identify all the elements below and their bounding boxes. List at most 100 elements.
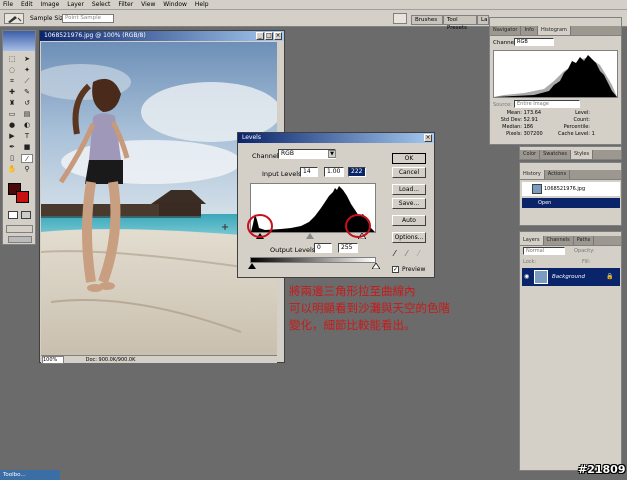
tab-tool-presets[interactable]: Tool Presets <box>443 15 477 31</box>
tab-info[interactable]: Info <box>521 26 538 35</box>
pen-tool-icon[interactable]: ✒ <box>6 143 18 152</box>
close-icon[interactable]: × <box>424 134 432 142</box>
lasso-tool-icon[interactable]: ◌ <box>6 66 18 75</box>
tab-paths[interactable]: Paths <box>574 236 595 245</box>
gray-eyedropper-icon[interactable]: ⁄ <box>406 250 407 258</box>
histogram-source-select[interactable]: Entire Image <box>514 100 580 108</box>
close-icon[interactable]: × <box>274 32 282 40</box>
tab-histogram[interactable]: Histogram <box>537 26 571 35</box>
output-black-field[interactable]: 0 <box>314 243 332 253</box>
eyedropper-icon[interactable] <box>4 13 24 24</box>
chevron-down-icon[interactable]: ▼ <box>328 150 336 158</box>
save-button[interactable]: Save... <box>392 198 426 209</box>
output-white-field[interactable]: 255 <box>338 243 358 253</box>
tab-actions[interactable]: Actions <box>545 170 571 179</box>
eyedropper-tool-icon[interactable]: ⁄ <box>21 154 33 163</box>
histogram-channel-select[interactable]: RGB <box>514 38 554 46</box>
menu-filter[interactable]: Filter <box>115 0 136 10</box>
path-selection-tool-icon[interactable]: ▶ <box>6 132 18 141</box>
minimize-icon[interactable]: _ <box>256 32 264 40</box>
jump-to-imageready-icon[interactable] <box>8 236 32 243</box>
screen-mode-icon[interactable] <box>6 225 33 233</box>
preview-checkbox[interactable]: ✓ <box>392 266 399 273</box>
input-gamma-field[interactable]: 1.00 <box>324 167 344 177</box>
eye-icon[interactable]: ◉ <box>524 268 529 286</box>
brush-tool-icon[interactable]: ✎ <box>21 88 33 97</box>
tab-color[interactable]: Color <box>520 150 541 159</box>
tab-history[interactable]: History <box>520 170 545 179</box>
stat-std-dev: Std Dev: 52.91 <box>500 117 538 123</box>
lock-label: Lock: <box>523 259 537 265</box>
menu-help[interactable]: Help <box>192 0 212 10</box>
left-triangle-highlight <box>247 214 273 238</box>
slice-tool-icon[interactable]: ⟋ <box>21 77 33 86</box>
layer-name: Background <box>552 274 585 280</box>
load-button[interactable]: Load... <box>392 184 426 195</box>
stat-percentile: Percentile: <box>563 124 590 130</box>
type-tool-icon[interactable]: T <box>21 132 33 141</box>
tab-brushes[interactable]: Brushes <box>411 15 443 25</box>
marquee-tool-icon[interactable]: ⬚ <box>6 55 18 64</box>
move-tool-icon[interactable]: ➤ <box>21 55 33 64</box>
zoom-tool-icon[interactable]: ⚲ <box>21 165 33 174</box>
ok-button[interactable]: OK <box>392 153 426 164</box>
white-eyedropper-icon[interactable]: ⁄ <box>418 250 419 258</box>
levels-dialog: Levels × Channel: RGB ▼ Input Levels: 14… <box>237 132 435 278</box>
tab-layer-comps[interactable]: La <box>477 15 489 25</box>
history-snapshot[interactable]: 1068521976.jpg <box>522 182 620 196</box>
taskbar-toolbox[interactable]: Toolbo... <box>0 470 60 480</box>
tab-styles[interactable]: Styles <box>570 150 594 159</box>
layer-row-background[interactable]: ◉ Background 🔒 <box>522 268 620 286</box>
tab-channels[interactable]: Channels <box>544 236 574 245</box>
eraser-tool-icon[interactable]: ▭ <box>6 110 18 119</box>
stat-count: Count: <box>573 117 590 123</box>
zoom-field[interactable]: 100% <box>42 356 64 364</box>
magic-wand-tool-icon[interactable]: ✦ <box>21 66 33 75</box>
output-white-slider[interactable] <box>372 263 380 269</box>
doc-size[interactable]: Doc: 900.0K/900.0K <box>86 357 136 363</box>
blend-mode-select[interactable]: Normal <box>523 247 565 255</box>
options-button[interactable]: Options... <box>392 232 426 243</box>
notes-tool-icon[interactable]: ▯ <box>6 154 18 163</box>
input-white-field[interactable]: 222 <box>348 167 366 177</box>
history-snapshot-label: 1068521976.jpg <box>544 186 586 192</box>
standard-mode-icon[interactable] <box>8 211 18 219</box>
history-brush-tool-icon[interactable]: ↺ <box>21 99 33 108</box>
tab-layers[interactable]: Layers <box>520 236 544 245</box>
history-state-open[interactable]: Open <box>522 198 620 208</box>
blur-tool-icon[interactable]: ● <box>6 121 18 130</box>
gradient-tool-icon[interactable]: ▤ <box>21 110 33 119</box>
menu-image[interactable]: Image <box>38 0 63 10</box>
input-black-field[interactable]: 14 <box>300 167 318 177</box>
cancel-button[interactable]: Cancel <box>392 167 426 178</box>
shape-tool-icon[interactable]: ■ <box>21 143 33 152</box>
dodge-tool-icon[interactable]: ◐ <box>21 121 33 130</box>
menu-select[interactable]: Select <box>89 0 114 10</box>
output-gradient <box>250 257 376 263</box>
output-black-slider[interactable] <box>248 263 256 269</box>
quick-mask-icon[interactable] <box>21 211 31 219</box>
maximize-icon[interactable]: □ <box>265 32 273 40</box>
color-panel-tabs: Color Swatches Styles <box>520 150 621 160</box>
healing-tool-icon[interactable]: ✚ <box>6 88 18 97</box>
input-gamma-slider[interactable] <box>306 233 314 239</box>
background-color-swatch[interactable] <box>16 191 29 203</box>
menu-edit[interactable]: Edit <box>18 0 36 10</box>
auto-button[interactable]: Auto <box>392 215 426 226</box>
sample-size-select[interactable]: Point Sample <box>62 14 114 23</box>
right-triangle-highlight <box>345 214 371 238</box>
menu-file[interactable]: File <box>0 0 16 10</box>
brush-icon[interactable] <box>393 13 407 24</box>
history-state-label: Open <box>538 200 552 206</box>
crop-tool-icon[interactable]: ⌗ <box>6 77 18 86</box>
tab-swatches[interactable]: Swatches <box>540 150 571 159</box>
hand-tool-icon[interactable]: ✋ <box>6 165 18 174</box>
menu-window[interactable]: Window <box>160 0 190 10</box>
output-levels-label: Output Levels: <box>270 246 318 254</box>
tab-navigator[interactable]: Navigator <box>490 26 522 35</box>
stamp-tool-icon[interactable]: ♜ <box>6 99 18 108</box>
annotation-line-2: 可以明顯看到沙灘與天空的色階 <box>289 301 450 315</box>
menu-view[interactable]: View <box>138 0 158 10</box>
black-eyedropper-icon[interactable]: ⁄ <box>394 250 395 258</box>
menu-layer[interactable]: Layer <box>64 0 87 10</box>
